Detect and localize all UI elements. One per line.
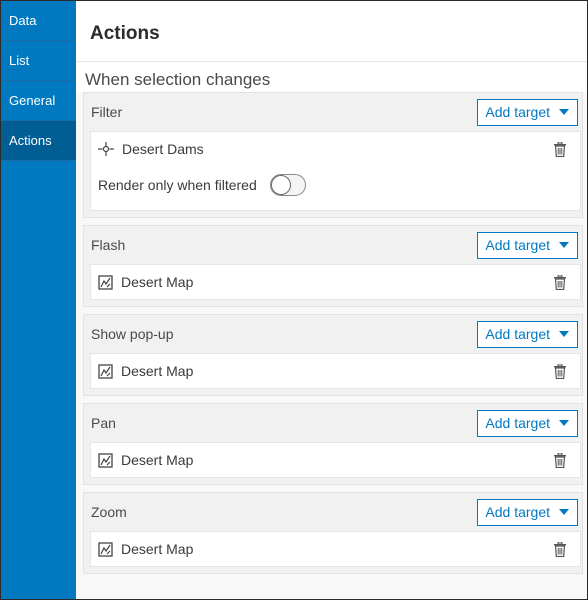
action-label: Zoom — [91, 504, 127, 520]
action-zoom: Zoom Add target Desert Map — [83, 492, 583, 574]
target-card: Desert Map — [90, 442, 581, 478]
action-label: Pan — [91, 415, 116, 431]
main-panel: Actions When selection changes Filter Ad… — [76, 1, 587, 599]
trash-icon[interactable] — [554, 363, 566, 379]
target-row: Desert Map — [91, 354, 580, 388]
target-name: Desert Map — [121, 274, 194, 290]
target-name: Desert Map — [121, 541, 194, 557]
sidebar-item-data[interactable]: Data — [1, 1, 76, 41]
chevron-down-icon — [559, 509, 569, 515]
toggle-knob — [270, 175, 291, 195]
target-card: Desert Map — [90, 531, 581, 567]
target-row: Desert Map — [91, 443, 580, 477]
trash-icon[interactable] — [554, 141, 566, 157]
page-title: Actions — [90, 23, 160, 44]
action-label: Show pop-up — [91, 326, 174, 342]
add-target-label: Add target — [485, 104, 550, 120]
action-label: Filter — [91, 104, 123, 120]
action-header: Show pop-up Add target — [84, 315, 582, 353]
target-row: Desert Map — [91, 265, 580, 299]
actions-list: Filter Add target Desert Dams Render onl… — [76, 92, 587, 574]
app-frame: Data List General Actions Actions When s… — [0, 0, 588, 600]
action-label: Flash — [91, 237, 126, 253]
render-only-when-filtered-row: Render only when filtered — [91, 166, 580, 210]
action-show-popup: Show pop-up Add target Desert Map — [83, 314, 583, 396]
render-only-label: Render only when filtered — [98, 177, 257, 193]
trash-icon[interactable] — [554, 274, 566, 290]
action-header: Zoom Add target — [84, 493, 582, 531]
action-flash: Flash Add target Desert Map — [83, 225, 583, 307]
chevron-down-icon — [559, 109, 569, 115]
add-target-button[interactable]: Add target — [477, 409, 578, 437]
trash-icon[interactable] — [554, 452, 566, 468]
add-target-label: Add target — [485, 415, 550, 431]
point-layer-icon — [98, 141, 114, 157]
target-row: Desert Map — [91, 532, 580, 566]
action-filter: Filter Add target Desert Dams Render onl… — [83, 92, 583, 218]
map-icon — [98, 452, 113, 468]
sidebar-item-actions[interactable]: Actions — [1, 121, 76, 161]
add-target-button[interactable]: Add target — [477, 320, 578, 348]
add-target-button[interactable]: Add target — [477, 98, 578, 126]
action-header: Pan Add target — [84, 404, 582, 442]
target-card: Desert Map — [90, 264, 581, 300]
section-heading: When selection changes — [76, 62, 587, 92]
add-target-label: Add target — [485, 504, 550, 520]
target-name: Desert Map — [121, 363, 194, 379]
add-target-label: Add target — [485, 237, 550, 253]
map-icon — [98, 541, 113, 557]
chevron-down-icon — [559, 242, 569, 248]
target-card: Desert Dams Render only when filtered — [90, 131, 581, 211]
add-target-label: Add target — [485, 326, 550, 342]
target-row: Desert Dams — [91, 132, 580, 166]
action-pan: Pan Add target Desert Map — [83, 403, 583, 485]
render-only-toggle[interactable] — [269, 174, 306, 196]
header: Actions — [76, 1, 587, 62]
action-header: Flash Add target — [84, 226, 582, 264]
chevron-down-icon — [559, 420, 569, 426]
target-name: Desert Map — [121, 452, 194, 468]
add-target-button[interactable]: Add target — [477, 231, 578, 259]
sidebar-item-general[interactable]: General — [1, 81, 76, 121]
trash-icon[interactable] — [554, 541, 566, 557]
sidebar: Data List General Actions — [1, 1, 76, 599]
target-card: Desert Map — [90, 353, 581, 389]
action-header: Filter Add target — [84, 93, 582, 131]
target-name: Desert Dams — [122, 141, 204, 157]
chevron-down-icon — [559, 331, 569, 337]
sidebar-item-list[interactable]: List — [1, 41, 76, 81]
map-icon — [98, 274, 113, 290]
add-target-button[interactable]: Add target — [477, 498, 578, 526]
map-icon — [98, 363, 113, 379]
